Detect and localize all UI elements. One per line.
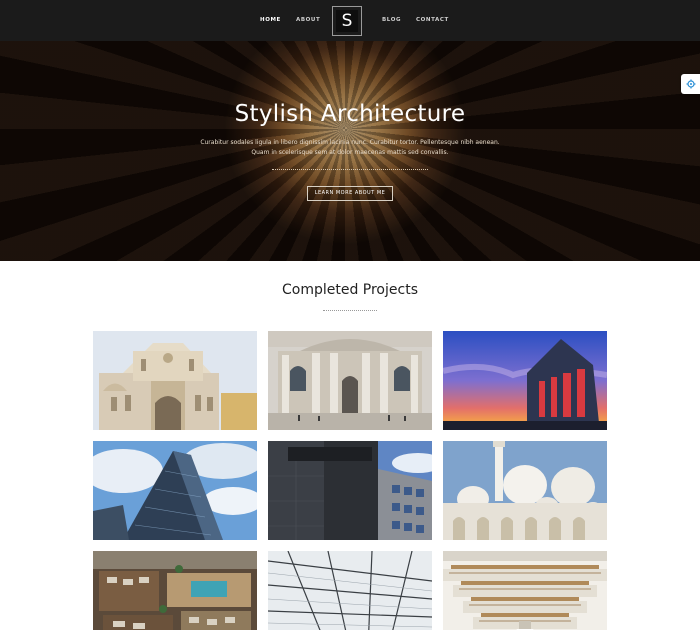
projects-divider [323,310,377,311]
project-tile-library[interactable] [443,551,607,630]
projects-title: Completed Projects [281,282,418,298]
project-tile-concert-hall[interactable] [443,331,607,430]
nav-home[interactable]: HOME [260,17,281,23]
hero-text-line-2: Quam in scelerisque sem at dolor maecena… [251,149,449,156]
project-tile-glass-roof[interactable] [268,551,432,630]
project-tile-skyscraper[interactable] [93,441,257,540]
hero-banner: Stylish Architecture Curabitur sodales l… [0,41,700,261]
project-tile-rooftop[interactable] [93,551,257,630]
glass-roof-image [268,551,432,630]
hero-text: Curabitur sodales ligula in libero digni… [200,138,500,158]
nav-about[interactable]: ABOUT [296,17,320,23]
library-image [443,551,607,630]
hero-title: Stylish Architecture [234,101,466,127]
nav-contact[interactable]: CONTACT [416,17,449,23]
top-navbar: HOME ABOUT S BLOG CONTACT [0,0,700,41]
rooftop-image [93,551,257,630]
hero-text-line-1: Curabitur sodales ligula in libero digni… [200,139,500,146]
mosque-image [443,441,607,540]
logo-letter: S [336,10,358,32]
skyscraper-image [93,441,257,540]
settings-toggle[interactable] [681,74,700,94]
learn-more-button[interactable]: LEARN MORE ABOUT ME [307,186,393,201]
project-tile-dark-building[interactable] [268,441,432,540]
site-logo[interactable]: S [332,6,362,36]
hero-divider [272,169,428,170]
gear-icon [686,79,696,89]
nav-blog[interactable]: BLOG [382,17,401,23]
cathedral-image [93,331,257,430]
project-tile-mosque[interactable] [443,441,607,540]
dark-building-image [268,441,432,540]
palace-image [268,331,432,430]
project-tile-cathedral[interactable] [93,331,257,430]
concert-hall-image [443,331,607,430]
project-tile-palace[interactable] [268,331,432,430]
